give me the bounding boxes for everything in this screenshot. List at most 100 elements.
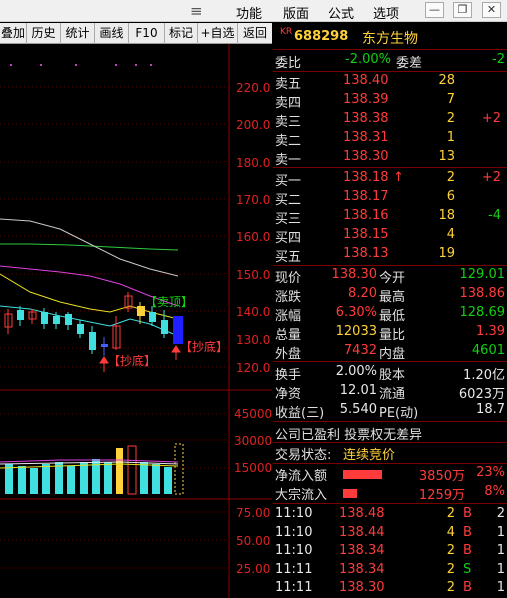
- price-tick: 170.0: [236, 193, 271, 207]
- market-prefix: KR: [280, 27, 293, 37]
- stat-value: 6.30%: [335, 305, 377, 320]
- stat-row: 现价 138.30 今开 129.01: [273, 267, 507, 286]
- tick-volume: 2: [446, 580, 455, 595]
- stat-value: 2.00%: [335, 364, 377, 379]
- level-volume: 2: [446, 170, 455, 185]
- menu-bar: ≡ 功能 版面 公式 选项 — ❐ ✕: [0, 0, 507, 22]
- window-handle-icon[interactable]: ≡: [190, 2, 203, 20]
- close-button[interactable]: ✕: [482, 2, 501, 18]
- flow-bar: [343, 489, 357, 498]
- price-tick: 130.0: [236, 333, 271, 347]
- mark-button[interactable]: 标记: [165, 23, 198, 44]
- level-price: 138.18: [343, 170, 389, 185]
- ma-white-line: [0, 218, 179, 277]
- tick-time: 11:10: [275, 506, 313, 521]
- stat-label: 净资: [275, 387, 302, 402]
- statistics-button[interactable]: 统计: [61, 23, 95, 44]
- quote-panel: KR 688298 东方生物 委比 -2.00% 委差 -2 卖五 138.40 2…: [273, 23, 507, 598]
- up-arrow-icon: ↑: [393, 170, 404, 185]
- level-price: 138.31: [343, 130, 389, 145]
- menu-item-formula[interactable]: 公式: [328, 3, 354, 22]
- chart-toolbar: 叠加 历史 统计 画线 F10 标记 +自选 返回: [0, 23, 272, 44]
- level-volume: 13: [438, 149, 455, 164]
- draw-line-button[interactable]: 画线: [95, 23, 129, 44]
- menu-item-function[interactable]: 功能: [236, 3, 262, 22]
- sell-top-signal: 【卖顶】: [145, 295, 194, 309]
- trade-status: 交易状态: 连续竞价: [275, 448, 396, 463]
- tick-row: 11:10 138.34 2 B 1: [273, 543, 507, 562]
- kline-chart[interactable]: 220.0 200.0 180.0 170.0 160.0 150.0 140.…: [0, 44, 272, 598]
- stat-label: 量比: [379, 328, 406, 343]
- back-button[interactable]: 返回: [238, 23, 272, 44]
- level-label: 买三: [275, 212, 302, 227]
- stat-row: 涨幅 6.30% 最低 128.69: [273, 305, 507, 324]
- history-button[interactable]: 历史: [27, 23, 61, 44]
- menu-item-layout[interactable]: 版面: [283, 3, 309, 22]
- stat-value: 8.20: [348, 286, 377, 301]
- flow-row: 净流入额 3850万 23%: [273, 465, 507, 484]
- tick-price: 138.34: [339, 561, 385, 577]
- level-volume: 19: [438, 246, 455, 261]
- sell-level-row: 卖一 138.30 13: [273, 149, 507, 168]
- restore-button[interactable]: ❐: [453, 2, 472, 18]
- tick-count: 1: [496, 580, 505, 595]
- price-tick: 160.0: [236, 230, 271, 244]
- tick-count: 1: [496, 561, 505, 577]
- stat-row: 涨跌 8.20 最高 138.86: [273, 286, 507, 305]
- stat-value: 12.01: [339, 383, 377, 398]
- level-volume: 2: [446, 111, 455, 126]
- minimize-button[interactable]: —: [425, 2, 444, 18]
- stat-row: 换手 2.00% 股本 1.20亿: [273, 364, 507, 383]
- price-tick: 150.0: [236, 268, 271, 282]
- overlay-button[interactable]: 叠加: [0, 23, 27, 44]
- stock-header: KR 688298 东方生物: [273, 27, 507, 47]
- indicator-tick: 75.00: [236, 506, 271, 520]
- stat-label: 股本: [379, 368, 406, 383]
- level-price: 138.39: [343, 92, 389, 107]
- add-watchlist-button[interactable]: +自选: [198, 23, 238, 44]
- indicator-tick: 50.00: [236, 534, 271, 548]
- stat-row: 总量 12033 量比 1.39: [273, 324, 507, 343]
- tick-count: 1: [496, 543, 505, 558]
- price-tick: 220.0: [236, 81, 271, 95]
- level-label: 买四: [275, 231, 302, 246]
- buy-level-row: 买二 138.17 6: [273, 189, 507, 208]
- stat-label: 外盘: [275, 347, 302, 362]
- sell-level-row: 卖三 138.38 2 +2: [273, 111, 507, 130]
- level-volume: 7: [446, 92, 455, 107]
- stock-name: 东方生物: [362, 31, 418, 47]
- price-tick: 120.0: [236, 361, 271, 375]
- flow-label: 净流入额: [275, 469, 328, 484]
- tick-side: B: [463, 524, 472, 540]
- tick-price: 138.34: [339, 543, 385, 558]
- stat-label: 收益(三): [275, 406, 325, 421]
- volume-tick: 30000: [234, 434, 273, 448]
- f10-button[interactable]: F10: [129, 23, 165, 44]
- level-price: 138.15: [343, 227, 389, 242]
- stat-value: 138.30: [331, 267, 378, 282]
- tick-price: 138.48: [339, 506, 385, 521]
- tick-volume: 4: [446, 524, 455, 540]
- flow-bar: [343, 470, 382, 479]
- menu-item-options[interactable]: 选项: [373, 3, 399, 22]
- tick-side: B: [463, 506, 472, 521]
- level-change: +2: [481, 170, 501, 185]
- flow-label: 大宗流入: [275, 488, 328, 503]
- level-volume: 1: [446, 130, 455, 145]
- stat-value: 128.69: [459, 305, 506, 320]
- price-tick: 180.0: [236, 156, 271, 170]
- level-price: 138.13: [343, 246, 389, 261]
- tick-volume: 2: [446, 543, 455, 558]
- stat-value: 7432: [343, 343, 377, 358]
- tick-volume: 2: [446, 561, 455, 577]
- stat-label: 最低: [379, 309, 406, 324]
- tick-row: 11:11 138.30 2 B 1: [273, 580, 507, 598]
- stat-row: 收益(三) 5.540 PE(动) 18.7: [273, 402, 507, 421]
- stat-label: 现价: [275, 271, 302, 286]
- level-price: 138.40: [343, 73, 389, 88]
- tick-time: 11:11: [275, 561, 313, 577]
- buy-level-row: 买四 138.15 4: [273, 227, 507, 246]
- tick-side: S: [463, 561, 472, 577]
- stock-quote-window: { "menu":{"items":["功能","版面","公式","选项"],…: [0, 0, 507, 598]
- tick-count: 1: [496, 524, 505, 540]
